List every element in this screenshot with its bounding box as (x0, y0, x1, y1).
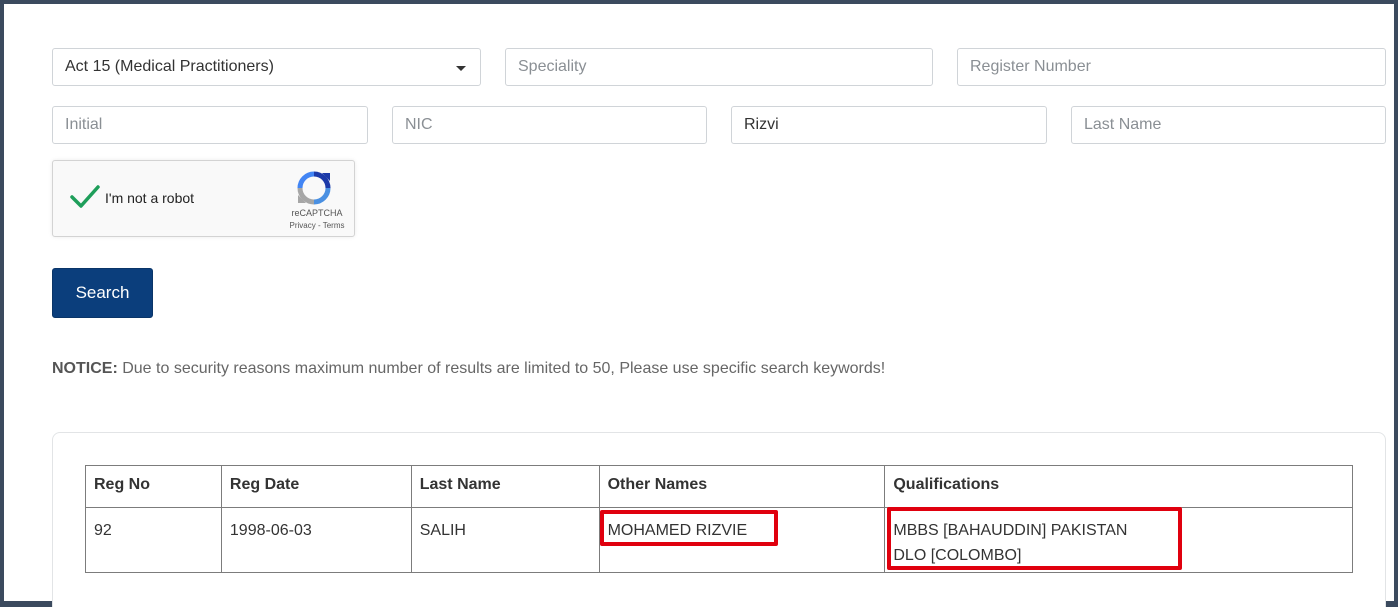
table-header-row: Reg No Reg Date Last Name Other Names Qu… (85, 465, 1353, 508)
speciality-input[interactable]: Speciality (505, 48, 933, 86)
recaptcha-label: I'm not a robot (105, 190, 195, 206)
other-names-value: Rizvi (744, 116, 779, 133)
recaptcha-links[interactable]: Privacy - Terms (285, 221, 349, 230)
qualification-line: DLO [COLOMBO] (893, 547, 1022, 564)
cell-last-name: SALIH (410, 507, 600, 573)
recaptcha-widget[interactable]: I'm not a robot reCAPTCHA Privacy - Term… (52, 160, 355, 237)
speciality-placeholder: Speciality (518, 58, 587, 75)
initial-input[interactable]: Initial (52, 106, 368, 144)
last-name-input[interactable]: Last Name (1071, 106, 1386, 144)
checkmark-icon[interactable] (69, 183, 101, 211)
last-name-placeholder: Last Name (1084, 116, 1162, 133)
notice-text: NOTICE: Due to security reasons maximum … (52, 360, 885, 378)
header-last-name: Last Name (410, 465, 600, 508)
register-number-placeholder: Register Number (970, 58, 1091, 75)
header-qualifications: Qualifications (884, 465, 1353, 508)
table-row: 92 1998-06-03 SALIH MOHAMED RIZVIE MBBS … (85, 507, 1353, 573)
cell-other-names: MOHAMED RIZVIE (598, 507, 886, 573)
act-select[interactable]: Act 15 (Medical Practitioners) (52, 48, 481, 86)
cell-qualifications: MBBS [BAHAUDDIN] PAKISTAN DLO [COLOMBO] (884, 507, 1353, 573)
nic-placeholder: NIC (405, 116, 433, 133)
cell-reg-no: 92 (85, 507, 222, 573)
nic-input[interactable]: NIC (392, 106, 707, 144)
header-other-names: Other Names (598, 465, 886, 508)
initial-placeholder: Initial (65, 116, 103, 133)
notice-prefix: NOTICE: (52, 360, 118, 377)
header-reg-no: Reg No (85, 465, 222, 508)
search-button[interactable]: Search (52, 268, 153, 318)
recaptcha-logo-icon (297, 171, 331, 205)
act-select-value: Act 15 (Medical Practitioners) (65, 58, 274, 75)
results-table: Reg No Reg Date Last Name Other Names Qu… (85, 465, 1353, 573)
register-number-input[interactable]: Register Number (957, 48, 1386, 86)
recaptcha-brand: reCAPTCHA (291, 208, 343, 218)
header-reg-date: Reg Date (220, 465, 412, 508)
other-names-input[interactable]: Rizvi (731, 106, 1047, 144)
chevron-down-icon (456, 66, 466, 71)
cell-reg-date: 1998-06-03 (220, 507, 412, 573)
qualification-line: MBBS [BAHAUDDIN] PAKISTAN (893, 522, 1128, 539)
notice-body: Due to security reasons maximum number o… (117, 360, 886, 377)
